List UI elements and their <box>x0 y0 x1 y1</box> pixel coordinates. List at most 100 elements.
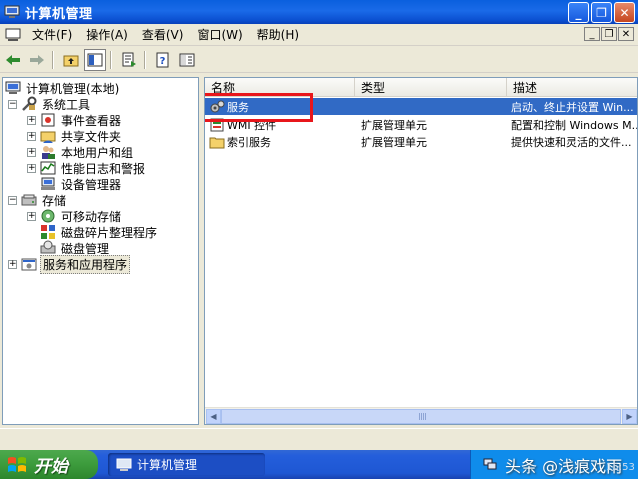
performance-icon <box>40 161 56 175</box>
tree-label: 事件查看器 <box>61 113 122 128</box>
tree-node-services-apps[interactable]: + 服务和应用程序 <box>8 254 131 274</box>
row-type: 扩展管理单元 <box>361 118 427 132</box>
restore-button[interactable]: ❐ <box>591 2 612 23</box>
windows-flag-icon <box>8 456 26 472</box>
back-arrow-icon <box>6 54 20 65</box>
mdi-minimize-button[interactable]: _ <box>584 27 600 41</box>
expand-toggle[interactable]: + <box>27 211 36 221</box>
shared-folder-icon <box>40 131 56 143</box>
tree-node-defrag[interactable]: 磁盘碎片整理程序 <box>40 224 159 240</box>
computer-icon <box>5 81 21 94</box>
title-bar[interactable]: 计算机管理 _ ❐ ✕ <box>0 0 638 24</box>
console-tree-icon <box>87 53 103 66</box>
back-button[interactable] <box>2 49 24 71</box>
row-description: 配置和控制 Windows M... <box>511 118 637 132</box>
tree-label: 共享文件夹 <box>61 129 122 144</box>
storage-icon <box>21 194 37 206</box>
menu-bar: 文件(F) 操作(A) 查看(V) 窗口(W) 帮助(H) _ ❐ ✕ <box>0 24 638 46</box>
system-tray: 头条 @浅痕戏雨 15:53 <box>470 450 638 479</box>
annotation-highlight-box <box>205 93 313 122</box>
properties-button[interactable] <box>176 49 198 71</box>
tree-label: 服务和应用程序 <box>40 254 131 274</box>
show-hide-tree-button[interactable] <box>84 48 106 71</box>
expand-toggle[interactable]: + <box>27 147 36 157</box>
expand-toggle[interactable]: + <box>27 131 36 141</box>
mdi-restore-button[interactable]: ❐ <box>601 27 617 41</box>
start-button[interactable]: 开始 <box>0 450 98 479</box>
menu-action[interactable]: 操作(A) <box>79 26 135 43</box>
column-header-type[interactable]: 类型 <box>355 78 507 97</box>
collapse-toggle[interactable]: − <box>8 99 17 109</box>
tree-node-perf-logs[interactable]: + 性能日志和警报 <box>27 160 147 176</box>
menu-file[interactable]: 文件(F) <box>25 26 79 43</box>
services-apps-icon <box>21 258 37 271</box>
tree-label: 本地用户和组 <box>61 145 134 160</box>
toolbar-separator <box>144 50 146 69</box>
expand-toggle[interactable]: + <box>27 163 36 173</box>
collapse-toggle[interactable]: − <box>8 195 17 205</box>
status-bar <box>0 428 638 448</box>
up-one-level-button[interactable] <box>60 49 82 71</box>
tree-label: 磁盘碎片整理程序 <box>61 225 158 240</box>
expand-toggle[interactable]: + <box>8 259 17 269</box>
mdi-close-button[interactable]: ✕ <box>618 27 634 41</box>
computer-management-icon <box>116 458 132 471</box>
scroll-grip <box>419 413 427 420</box>
svg-text:?: ? <box>160 56 166 67</box>
tree-label: 可移动存储 <box>61 209 122 224</box>
menu-window[interactable]: 窗口(W) <box>190 26 249 43</box>
export-list-button[interactable] <box>118 49 140 71</box>
scroll-thumb[interactable] <box>221 409 621 424</box>
menu-help[interactable]: 帮助(H) <box>250 26 306 43</box>
tree-label: 计算机管理(本地) <box>26 81 120 96</box>
console-tree[interactable]: 计算机管理(本地) − 系统工具 + 事件查看器 + 共享文件夹 + 本地用户和… <box>2 77 199 425</box>
menu-view[interactable]: 查看(V) <box>135 26 191 43</box>
tree-node-local-users[interactable]: + 本地用户和组 <box>27 144 135 160</box>
expand-toggle[interactable]: + <box>27 115 36 125</box>
tree-node-root[interactable]: 计算机管理(本地) <box>5 80 121 96</box>
console-icon[interactable] <box>5 28 21 42</box>
folder-icon <box>209 137 225 148</box>
clock[interactable]: 15:53 <box>606 462 635 473</box>
forward-button[interactable] <box>26 49 48 71</box>
tree-node-storage[interactable]: − 存储 <box>8 192 68 208</box>
column-header-description[interactable]: 描述 <box>507 78 637 97</box>
task-label: 计算机管理 <box>137 458 198 472</box>
export-list-icon <box>122 52 136 67</box>
tree-node-removable-storage[interactable]: + 可移动存储 <box>27 208 123 224</box>
tree-node-shared-folders[interactable]: + 共享文件夹 <box>27 128 123 144</box>
close-button[interactable]: ✕ <box>614 2 635 23</box>
scroll-right-button[interactable]: ▶ <box>622 409 637 424</box>
row-name: 索引服务 <box>227 135 271 149</box>
tree-label: 性能日志和警报 <box>61 161 146 176</box>
folder-up-icon <box>63 55 79 66</box>
network-icon[interactable] <box>483 457 497 471</box>
event-viewer-icon <box>41 113 55 127</box>
horizontal-scrollbar[interactable]: ◀ ▶ <box>205 407 637 424</box>
tree-node-system-tools[interactable]: − 系统工具 <box>8 96 92 112</box>
tree-node-device-manager[interactable]: 设备管理器 <box>40 176 123 192</box>
help-button[interactable]: ? <box>152 49 174 71</box>
toolbar-separator <box>52 50 54 69</box>
details-list[interactable]: 名称 类型 描述 服务 启动、终止并设置 Win... WMI 控件 扩展管理单… <box>204 77 638 425</box>
row-description: 启动、终止并设置 Win... <box>511 100 634 114</box>
tree-label: 存储 <box>42 193 67 208</box>
taskbar-button-computer-management[interactable]: 计算机管理 <box>108 453 265 476</box>
properties-icon <box>179 53 195 66</box>
taskbar: 开始 计算机管理 头条 @浅痕戏雨 15:53 <box>0 450 638 479</box>
tree-label: 系统工具 <box>42 97 91 112</box>
row-type <box>361 98 501 115</box>
defrag-icon <box>41 225 55 239</box>
list-row-indexing[interactable]: 索引服务 扩展管理单元 提供快速和灵活的文件... <box>205 133 637 150</box>
help-icon: ? <box>156 52 169 67</box>
watermark-text: 头条 @浅痕戏雨 <box>505 457 623 476</box>
window-title: 计算机管理 <box>25 6 93 22</box>
tree-node-event-viewer[interactable]: + 事件查看器 <box>27 112 123 128</box>
tree-label: 设备管理器 <box>61 177 122 192</box>
minimize-button[interactable]: _ <box>568 2 589 23</box>
users-icon <box>42 146 55 159</box>
start-label: 开始 <box>34 457 68 477</box>
toolbar: ? <box>0 47 638 73</box>
scroll-left-button[interactable]: ◀ <box>206 409 221 424</box>
removable-storage-icon <box>41 209 55 223</box>
